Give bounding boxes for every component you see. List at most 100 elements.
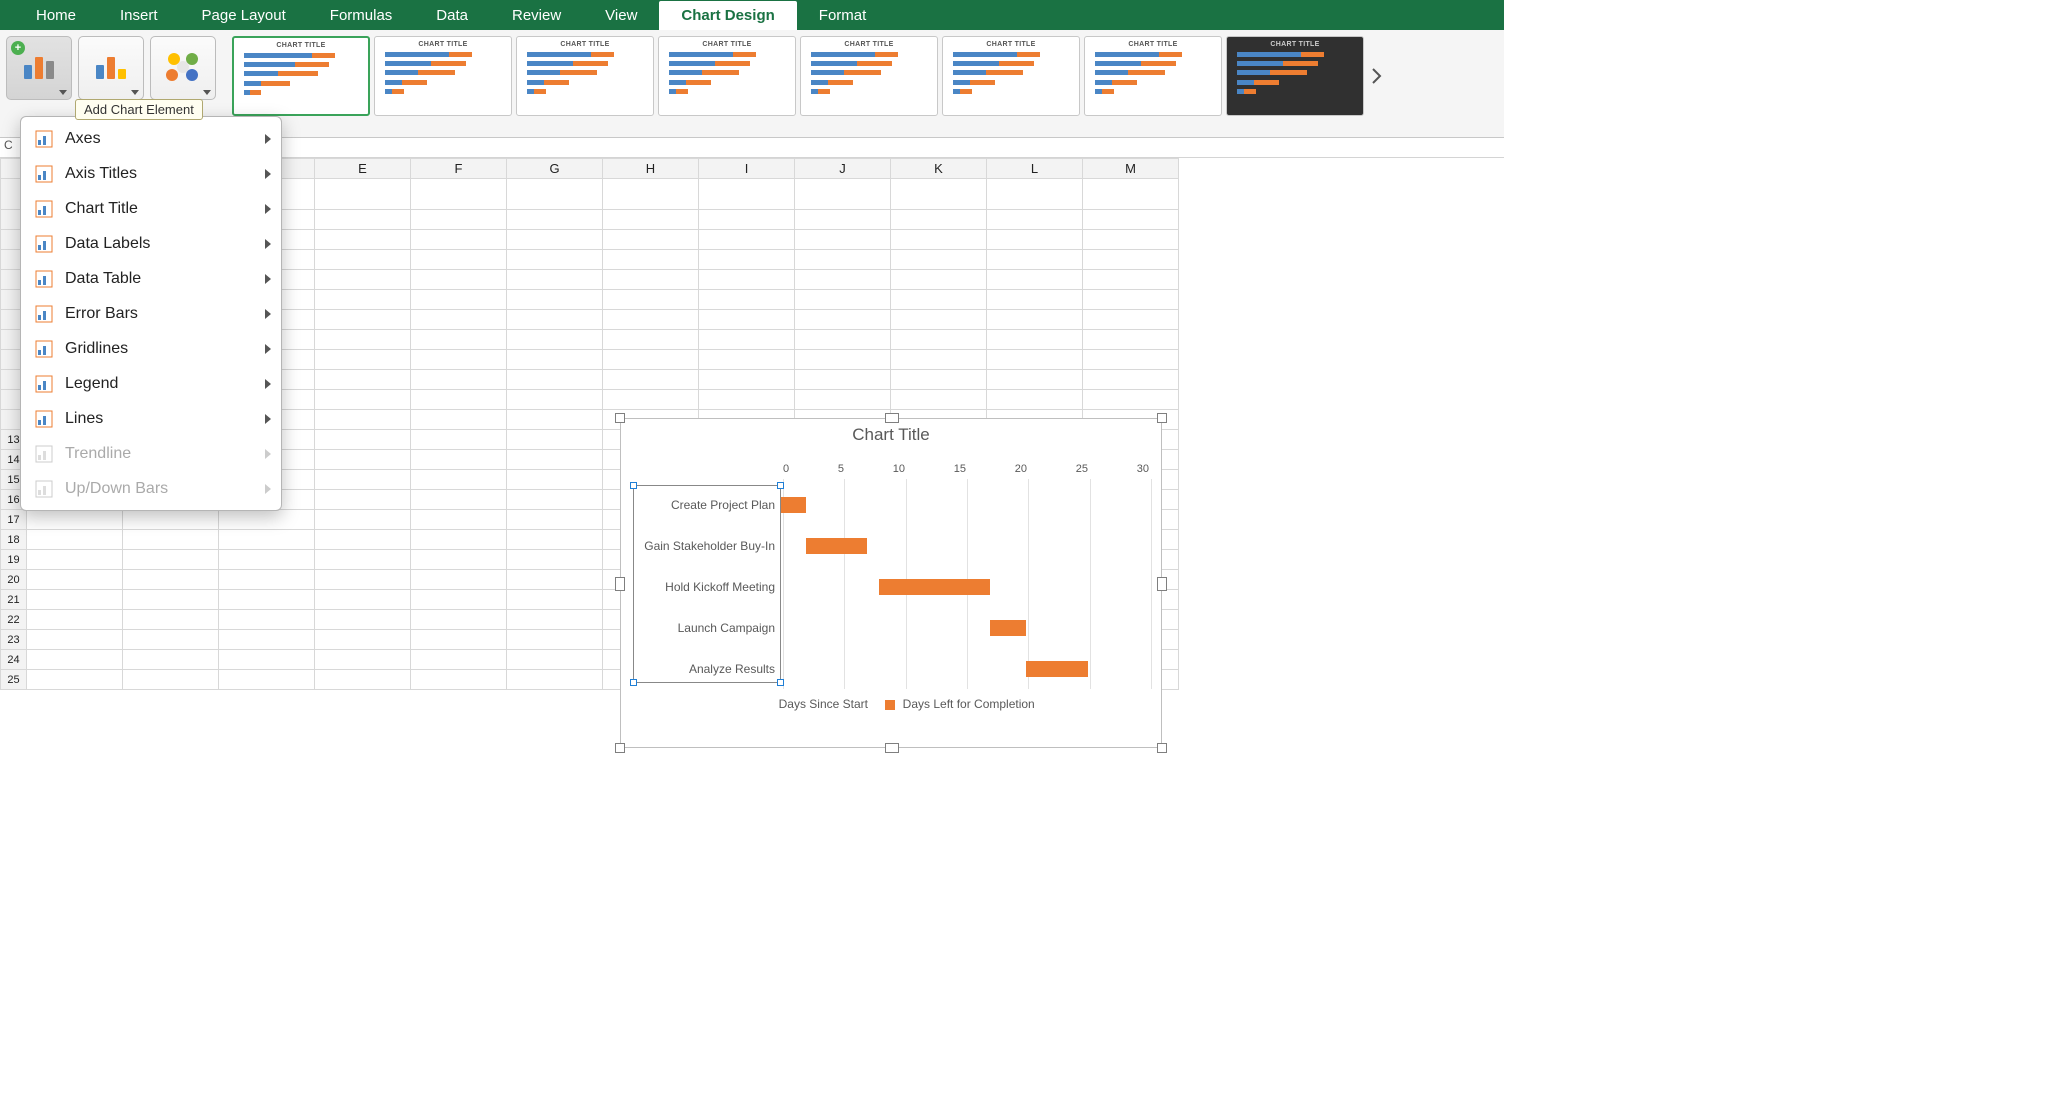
cell[interactable] (603, 210, 699, 230)
menu-item-lines[interactable]: Lines (21, 401, 281, 436)
cell[interactable] (507, 650, 603, 670)
cell[interactable] (411, 530, 507, 550)
col-header-H[interactable]: H (603, 159, 699, 179)
cell[interactable] (315, 650, 411, 670)
chart-style-7[interactable]: CHART TITLE (1084, 36, 1222, 116)
col-header-M[interactable]: M (1083, 159, 1179, 179)
cell[interactable] (411, 370, 507, 390)
cell[interactable] (315, 370, 411, 390)
cell[interactable] (27, 530, 123, 550)
resize-handle[interactable] (1157, 743, 1167, 753)
cell[interactable] (987, 310, 1083, 330)
cell[interactable] (603, 270, 699, 290)
cell[interactable] (507, 350, 603, 370)
cell[interactable] (507, 590, 603, 610)
cell[interactable] (123, 530, 219, 550)
cell[interactable] (219, 650, 315, 670)
col-header-F[interactable]: F (411, 159, 507, 179)
cell[interactable] (315, 350, 411, 370)
cell[interactable] (411, 650, 507, 670)
cell[interactable] (27, 670, 123, 690)
cell[interactable] (603, 390, 699, 410)
cell[interactable] (987, 330, 1083, 350)
cell[interactable] (795, 350, 891, 370)
cell[interactable] (315, 470, 411, 490)
cell[interactable] (507, 330, 603, 350)
cell[interactable] (507, 310, 603, 330)
cell[interactable] (795, 310, 891, 330)
cell[interactable] (123, 510, 219, 530)
cell[interactable] (27, 590, 123, 610)
cell[interactable] (603, 250, 699, 270)
cell[interactable] (123, 590, 219, 610)
change-colors-button[interactable] (150, 36, 216, 100)
cell[interactable] (411, 330, 507, 350)
cell[interactable] (891, 210, 987, 230)
cell[interactable] (699, 230, 795, 250)
cell[interactable] (411, 179, 507, 210)
row-header-21[interactable]: 21 (1, 590, 27, 610)
cell[interactable] (795, 179, 891, 210)
tab-formulas[interactable]: Formulas (308, 1, 415, 30)
cell[interactable] (219, 530, 315, 550)
menu-item-data-table[interactable]: Data Table (21, 261, 281, 296)
menu-item-chart-title[interactable]: Chart Title (21, 191, 281, 226)
cell[interactable] (699, 330, 795, 350)
cell[interactable] (891, 310, 987, 330)
cell[interactable] (315, 510, 411, 530)
cell[interactable] (315, 179, 411, 210)
cell[interactable] (219, 610, 315, 630)
cell[interactable] (507, 670, 603, 690)
cell[interactable] (795, 250, 891, 270)
axis-selection[interactable] (633, 485, 781, 683)
cell[interactable] (1083, 230, 1179, 250)
cell[interactable] (507, 430, 603, 450)
menu-item-data-labels[interactable]: Data Labels (21, 226, 281, 261)
cell[interactable] (315, 550, 411, 570)
row-header-17[interactable]: 17 (1, 510, 27, 530)
cell[interactable] (987, 250, 1083, 270)
cell[interactable] (987, 390, 1083, 410)
menu-item-legend[interactable]: Legend (21, 366, 281, 401)
cell[interactable] (603, 230, 699, 250)
cell[interactable] (891, 370, 987, 390)
cell[interactable] (507, 290, 603, 310)
cell[interactable] (1083, 390, 1179, 410)
cell[interactable] (315, 590, 411, 610)
menu-item-error-bars[interactable]: Error Bars (21, 296, 281, 331)
cell[interactable] (987, 210, 1083, 230)
row-header-18[interactable]: 18 (1, 530, 27, 550)
cell[interactable] (603, 179, 699, 210)
cell[interactable] (27, 650, 123, 670)
cell[interactable] (219, 510, 315, 530)
cell[interactable] (507, 179, 603, 210)
cell[interactable] (411, 630, 507, 650)
tab-view[interactable]: View (583, 1, 659, 30)
add-chart-element-button[interactable]: + (6, 36, 72, 100)
cell[interactable] (411, 250, 507, 270)
tab-home[interactable]: Home (14, 1, 98, 30)
cell[interactable] (411, 490, 507, 510)
row-header-20[interactable]: 20 (1, 570, 27, 590)
cell[interactable] (315, 250, 411, 270)
cell[interactable] (315, 610, 411, 630)
cell[interactable] (411, 470, 507, 490)
row-header-22[interactable]: 22 (1, 610, 27, 630)
cell[interactable] (27, 510, 123, 530)
cell[interactable] (219, 590, 315, 610)
cell[interactable] (315, 530, 411, 550)
cell[interactable] (1083, 250, 1179, 270)
cell[interactable] (987, 179, 1083, 210)
cell[interactable] (411, 670, 507, 690)
cell[interactable] (507, 370, 603, 390)
cell[interactable] (315, 430, 411, 450)
col-header-E[interactable]: E (315, 159, 411, 179)
chart-style-3[interactable]: CHART TITLE (516, 36, 654, 116)
cell[interactable] (891, 270, 987, 290)
cell[interactable] (891, 390, 987, 410)
cell[interactable] (315, 390, 411, 410)
cell[interactable] (795, 230, 891, 250)
cell[interactable] (987, 370, 1083, 390)
cell[interactable] (699, 390, 795, 410)
cell[interactable] (411, 310, 507, 330)
